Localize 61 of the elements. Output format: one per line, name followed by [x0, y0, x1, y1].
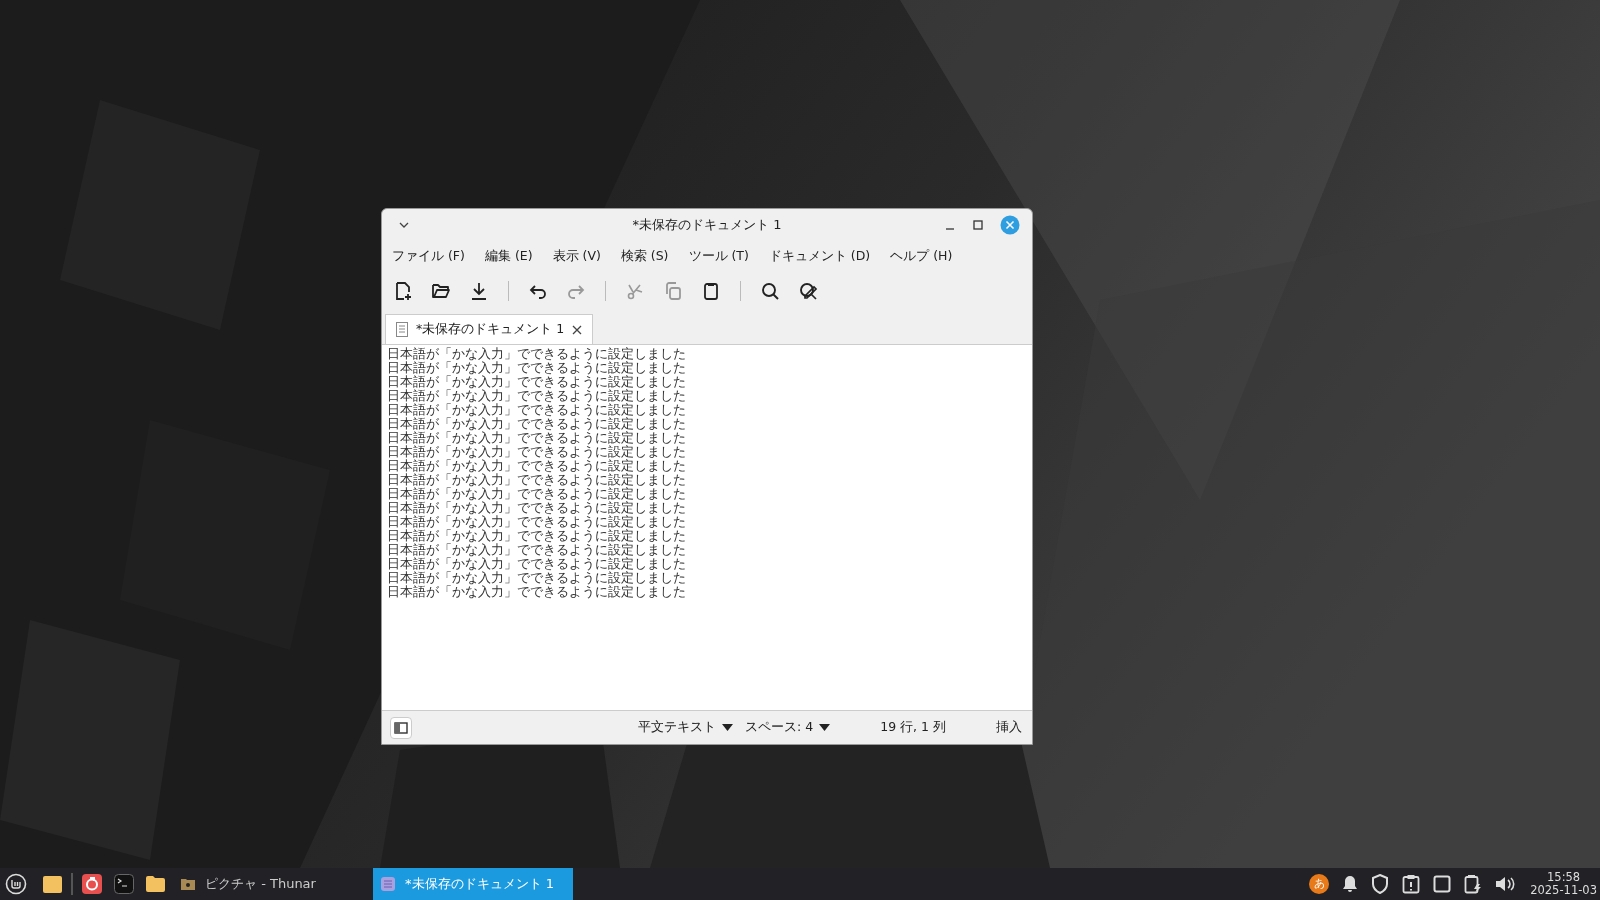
pen-search-icon[interactable] — [798, 281, 818, 301]
text-line: 日本語が「かな入力」でできるように設定しました — [387, 445, 687, 459]
insert-mode: 挿入 — [996, 718, 1022, 737]
text-line: 日本語が「かな入力」でできるように設定しました — [387, 515, 687, 529]
text-line: 日本語が「かな入力」でできるように設定しました — [387, 473, 687, 487]
close-icon[interactable] — [572, 324, 583, 335]
menu-item[interactable]: 編集 (E) — [482, 246, 535, 266]
text-line: 日本語が「かな入力」でできるように設定しました — [387, 571, 687, 585]
text-line: 日本語が「かな入力」でできるように設定しました — [387, 361, 687, 375]
menu-icon[interactable] — [5, 873, 27, 895]
caret-down-icon — [722, 724, 734, 731]
text-line: 日本語が「かな入力」でできるように設定しました — [387, 543, 687, 557]
clock-date[interactable]: 2025-11-03 — [1530, 884, 1597, 897]
filetype-dropdown[interactable]: 平文テキスト — [638, 718, 734, 737]
folder-icon[interactable] — [146, 876, 165, 892]
text-editor-icon — [381, 877, 395, 891]
folder-icon[interactable] — [43, 875, 62, 893]
indent-dropdown[interactable]: スペース: 4 — [745, 718, 831, 737]
cursor-position: 19 行, 1 列 — [880, 718, 946, 737]
shield-icon[interactable] — [1371, 874, 1390, 894]
maximize-icon[interactable] — [972, 219, 984, 231]
text-line: 日本語が「かな入力」でできるように設定しました — [387, 501, 687, 515]
download-icon[interactable] — [469, 281, 489, 301]
clock-time[interactable]: 15:58 — [1547, 871, 1581, 884]
menu-item[interactable]: ヘルプ (H) — [888, 246, 955, 266]
menu-item[interactable]: ファイル (F) — [390, 246, 467, 266]
text-area[interactable] — [382, 345, 1032, 710]
document-icon — [396, 322, 408, 337]
text-line: 日本語が「かな入力」でできるように設定しました — [387, 431, 687, 445]
menu-item[interactable]: 表示 (V) — [550, 246, 603, 266]
search-icon[interactable] — [760, 281, 780, 301]
text-line: 日本語が「かな入力」でできるように設定しました — [387, 375, 687, 389]
menu-item[interactable]: 検索 (S) — [618, 246, 671, 266]
bell-icon[interactable] — [1342, 875, 1359, 893]
battery-icon[interactable] — [1464, 874, 1483, 894]
text-line: 日本語が「かな入力」でできるように設定しました — [387, 459, 687, 473]
text-line: 日本語が「かな入力」でできるように設定しました — [387, 487, 687, 501]
window-icon[interactable] — [1433, 875, 1452, 893]
text-line: 日本語が「かな入力」でできるように設定しました — [387, 403, 687, 417]
camera-folder-icon — [181, 878, 195, 890]
side-panel-button[interactable] — [390, 716, 412, 739]
browser-icon[interactable] — [82, 874, 102, 894]
clipboard-icon[interactable] — [701, 281, 721, 301]
text-line: 日本語が「かな入力」でできるように設定しました — [387, 557, 687, 571]
text-line: 日本語が「かな入力」でできるように設定しました — [387, 389, 687, 403]
text-line: 日本語が「かな入力」でできるように設定しました — [387, 347, 687, 361]
side-panel-icon — [394, 721, 408, 734]
document-tab[interactable]: *未保存のドキュメント 1 — [385, 314, 594, 344]
folder-icon[interactable] — [431, 281, 451, 301]
caret-down-icon — [819, 724, 831, 731]
menu-item[interactable]: ツール (T) — [686, 246, 751, 266]
text-line: 日本語が「かな入力」でできるように設定しました — [387, 417, 687, 431]
menu-item[interactable]: ドキュメント (D) — [766, 246, 873, 266]
text-line: 日本語が「かな入力」でできるように設定しました — [387, 529, 687, 543]
taskbar-window-button[interactable]: ピクチャ - Thunar — [173, 868, 373, 900]
terminal-icon[interactable] — [114, 874, 134, 894]
window-title: *未保存のドキュメント 1 — [632, 216, 782, 235]
chevron-down-icon[interactable] — [398, 221, 410, 229]
clipboard-icon[interactable] — [1402, 874, 1421, 894]
new-file-icon[interactable] — [393, 281, 413, 301]
text-line: 日本語が「かな入力」でできるように設定しました — [387, 585, 687, 599]
